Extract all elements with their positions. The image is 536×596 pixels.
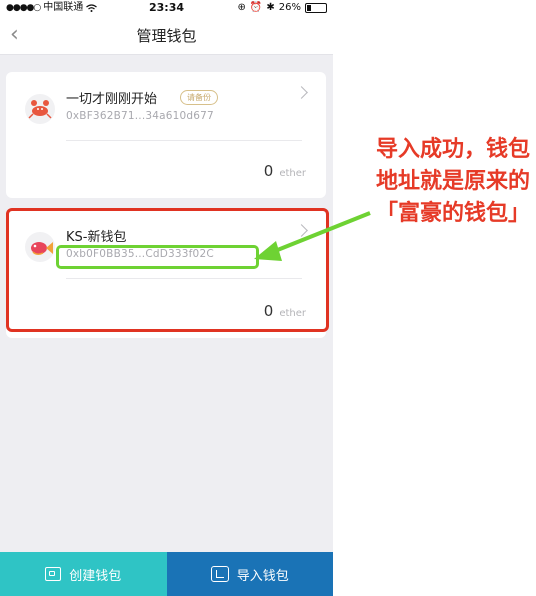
highlight-green-box: [56, 245, 259, 269]
wallet-card[interactable]: 一切才刚刚开始 请备份 0xBF362B71...34a610d677 0 eth…: [6, 72, 326, 198]
import-wallet-button[interactable]: 导入钱包: [166, 552, 333, 596]
wallet-name: 一切才刚刚开始: [66, 92, 158, 107]
wallet-balance: 0 ether: [264, 162, 306, 180]
chevron-right-icon: [295, 86, 308, 99]
annotation-area: [333, 0, 536, 596]
alarm-icon: ⏰: [249, 2, 263, 13]
bottom-bar: 创建钱包 导入钱包: [0, 552, 333, 596]
divider: [66, 140, 302, 141]
wallet-address: 0xBF362B71...34a610d677: [66, 110, 214, 122]
wallet-icon: [45, 567, 62, 581]
status-right: ⊕ ⏰ ✱ 26%: [238, 0, 327, 16]
status-bar: ●●●●○ 中国联通 23:34 ⊕ ⏰ ✱ 26%: [0, 0, 333, 16]
create-wallet-button[interactable]: 创建钱包: [0, 552, 167, 596]
crab-avatar-icon: [25, 94, 55, 124]
annotation-arrow-icon: [254, 211, 371, 261]
annotation-text: 导入成功，钱包地址就是原来的「富豪的钱包」: [376, 137, 531, 226]
create-wallet-label: 创建钱包: [69, 568, 122, 584]
backup-badge[interactable]: 请备份: [180, 90, 218, 105]
balance-unit: ether: [279, 168, 306, 179]
lock-rotation-icon: ⊕: [237, 2, 246, 13]
phone-screen: ●●●●○ 中国联通 23:34 ⊕ ⏰ ✱ 26% ‹ 管理钱包 一切才刚刚开…: [0, 0, 333, 596]
balance-value: 0: [263, 162, 274, 180]
nav-bar: ‹ 管理钱包: [0, 16, 333, 55]
import-icon: [210, 566, 229, 582]
battery-percent: 26%: [278, 2, 301, 13]
page-title: 管理钱包: [136, 27, 197, 45]
import-wallet-label: 导入钱包: [236, 568, 289, 584]
battery-icon: [305, 3, 327, 13]
bluetooth-icon: ✱: [266, 2, 275, 13]
